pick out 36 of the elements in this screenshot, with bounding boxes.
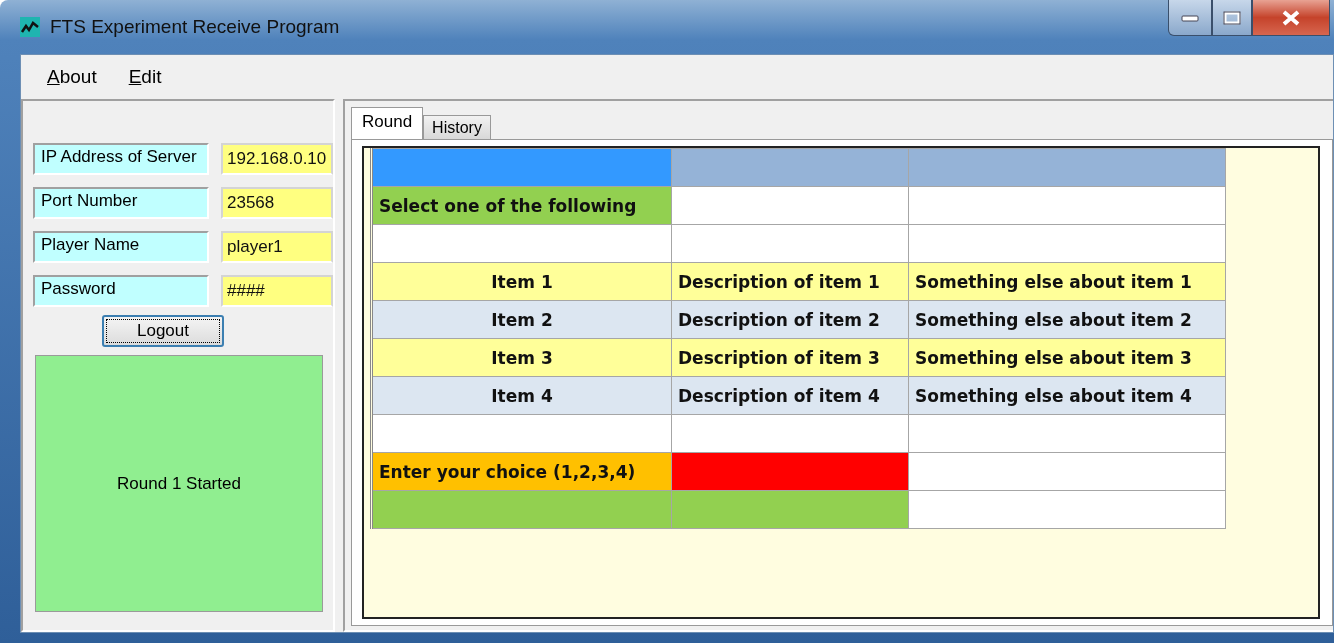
menu-item[interactable]: Edit bbox=[128, 66, 162, 88]
input-field[interactable]: 23568 bbox=[221, 187, 333, 219]
table-cell: Something else about item 1 bbox=[908, 262, 1226, 301]
close-icon bbox=[1281, 9, 1301, 26]
table-cell: Item 2 bbox=[371, 300, 672, 339]
input-field[interactable]: player1 bbox=[221, 231, 333, 263]
tab[interactable]: History bbox=[423, 115, 491, 139]
field-label: Password bbox=[33, 275, 209, 307]
input-field[interactable]: 192.168.0.10 bbox=[221, 143, 333, 175]
table-cell: Something else about item 4 bbox=[908, 376, 1226, 415]
window-title: FTS Experiment Receive Program bbox=[50, 16, 340, 38]
logout-button[interactable]: Logout bbox=[102, 315, 224, 347]
table-cell: Enter your choice (1,2,3,4) bbox=[371, 452, 672, 491]
minimize-icon bbox=[1181, 13, 1199, 22]
status-panel: Round 1 Started bbox=[35, 355, 323, 612]
menu-item[interactable]: About bbox=[47, 66, 97, 88]
field-label: Player Name bbox=[33, 231, 209, 263]
table-cell: Description of item 1 bbox=[671, 262, 909, 301]
field-label: Port Number bbox=[33, 187, 209, 219]
tab[interactable]: Round bbox=[351, 107, 424, 139]
minimize-button[interactable] bbox=[1168, 0, 1212, 36]
table-cell: Description of item 3 bbox=[671, 338, 909, 377]
table-cell: Description of item 2 bbox=[671, 300, 909, 339]
maximize-button[interactable] bbox=[1212, 0, 1252, 36]
table-cell: Item 4 bbox=[371, 376, 672, 415]
table-cell: Something else about item 3 bbox=[908, 338, 1226, 377]
field-label: IP Address of Server bbox=[33, 143, 209, 175]
maximize-icon bbox=[1223, 10, 1241, 25]
input-field[interactable]: #### bbox=[221, 275, 333, 307]
close-button[interactable] bbox=[1252, 0, 1330, 36]
chart-app-icon bbox=[20, 17, 40, 37]
table-cell: Something else about item 2 bbox=[908, 300, 1226, 339]
table-cell: Select one of the following bbox=[371, 186, 672, 225]
table-cell: Item 1 bbox=[371, 262, 672, 301]
table-cell: Item 3 bbox=[371, 338, 672, 377]
table-cell: Description of item 4 bbox=[671, 376, 909, 415]
